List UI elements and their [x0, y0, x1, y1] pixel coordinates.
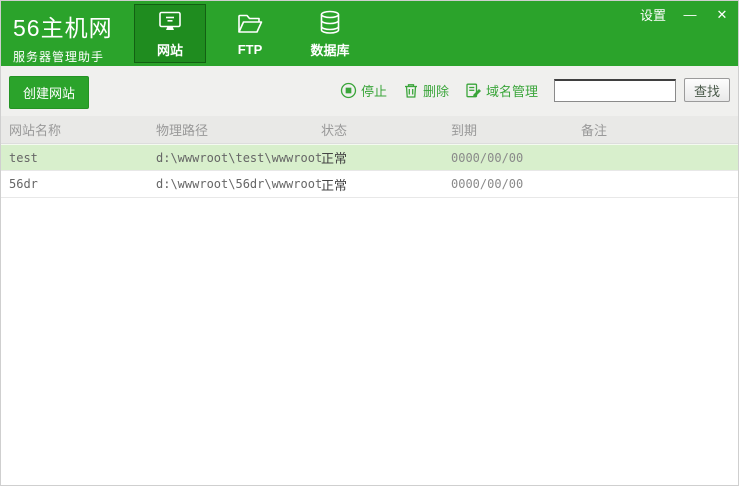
tab-ftp[interactable]: FTP [214, 4, 286, 63]
cell-site-status: 正常 [321, 177, 348, 193]
cell-site-status: 正常 [321, 151, 348, 166]
cell-site-name: test [9, 150, 38, 165]
trash-icon [403, 82, 419, 99]
toolbar: 创建网站 停止 删除 域名管理 查找 [1, 66, 738, 116]
folder-icon [235, 11, 265, 38]
minimize-icon[interactable]: — [682, 7, 698, 23]
cell-site-expiry: 0000/00/00 [451, 177, 524, 191]
stop-label: 停止 [360, 83, 387, 99]
cell-site-name: 56dr [9, 177, 38, 191]
tab-database[interactable]: 数据库 [294, 4, 366, 63]
app-window: 56主机网 服务器管理助手 网站 FTP 数据库 设置 — ✕ 创建网站 停止 … [0, 0, 739, 486]
main-tabs: 网站 FTP 数据库 [134, 4, 366, 63]
settings-link[interactable]: 设置 [640, 5, 666, 24]
table-empty-area [1, 198, 738, 485]
cell-site-path: d:\wwwroot\test\wwwroot [156, 150, 323, 165]
app-subtitle: 服务器管理助手 [13, 50, 105, 64]
create-website-button[interactable]: 创建网站 [9, 76, 90, 109]
cell-site-expiry: 0000/00/00 [451, 150, 524, 165]
domain-manage-button[interactable]: 域名管理 [461, 79, 542, 102]
column-header-name: 网站名称 [9, 123, 62, 138]
document-edit-icon [465, 82, 482, 99]
close-icon[interactable]: ✕ [714, 7, 730, 23]
website-table: 网站名称 物理路径 状态 到期 备注 test d:\wwwroot\test\… [1, 116, 738, 485]
column-header-path: 物理路径 [156, 123, 209, 138]
table-row[interactable]: test d:\wwwroot\test\wwwroot 正常 0000/00/… [1, 144, 738, 171]
column-header-note: 备注 [581, 123, 608, 138]
search-input[interactable] [553, 78, 676, 102]
app-branding: 56主机网 服务器管理助手 [13, 9, 113, 65]
toolbar-actions: 停止 删除 域名管理 查找 [336, 76, 730, 104]
app-header: 56主机网 服务器管理助手 网站 FTP 数据库 设置 — ✕ [1, 1, 738, 66]
tab-website[interactable]: 网站 [134, 4, 206, 63]
delete-button[interactable]: 删除 [399, 79, 453, 102]
cell-site-path: d:\wwwroot\56dr\wwwroot [156, 177, 323, 191]
table-row[interactable]: 56dr d:\wwwroot\56dr\wwwroot 正常 0000/00/… [1, 171, 738, 198]
domain-manage-label: 域名管理 [485, 83, 538, 99]
stop-button[interactable]: 停止 [336, 79, 391, 102]
window-controls: 设置 — ✕ [640, 5, 730, 24]
table-header: 网站名称 物理路径 状态 到期 备注 [1, 116, 738, 144]
find-button[interactable]: 查找 [683, 78, 730, 102]
database-icon [315, 9, 345, 36]
stop-icon [340, 82, 357, 99]
tab-database-label: 数据库 [310, 42, 350, 58]
tab-ftp-label: FTP [237, 41, 263, 57]
tab-website-label: 网站 [156, 42, 183, 58]
column-header-status: 状态 [321, 123, 348, 138]
monitor-icon [155, 9, 185, 36]
column-header-expiry: 到期 [451, 123, 478, 138]
app-title: 56主机网 [13, 15, 113, 41]
delete-label: 删除 [422, 83, 449, 99]
